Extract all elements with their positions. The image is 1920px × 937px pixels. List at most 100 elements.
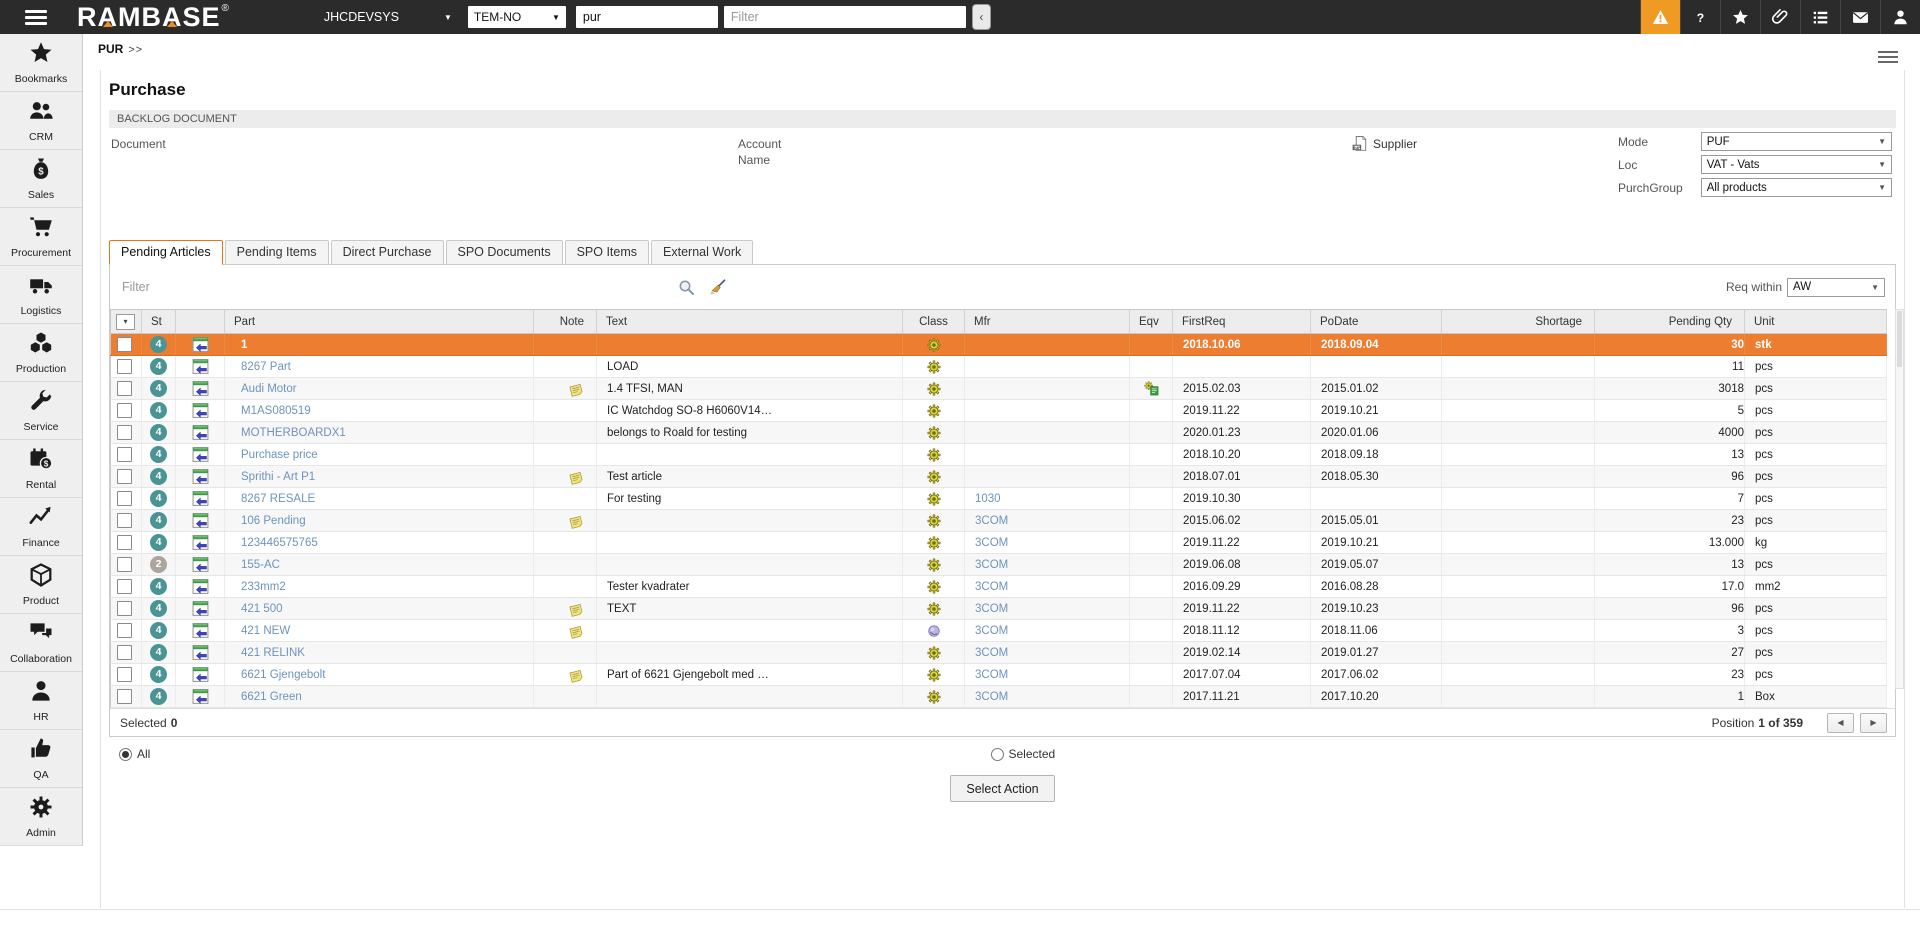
system-select[interactable]: JHCDEVSYS ▼ <box>324 10 452 24</box>
row-checkbox[interactable] <box>117 359 132 374</box>
part-document-icon[interactable] <box>176 446 224 463</box>
sidebar-item-crm[interactable]: CRM <box>0 92 82 150</box>
class-gear-icon[interactable] <box>903 470 964 484</box>
sidebar-item-procurement[interactable]: Procurement <box>0 208 82 266</box>
part-link[interactable]: 6621 Gjengebolt <box>225 669 325 681</box>
part-link[interactable]: 233mm2 <box>225 581 286 593</box>
row-checkbox[interactable] <box>117 689 132 704</box>
part-link[interactable]: Sprithi - Art P1 <box>225 471 315 483</box>
star-button[interactable] <box>1720 0 1760 34</box>
part-link[interactable]: MOTHERBOARDX1 <box>225 427 346 439</box>
radio-all[interactable]: All <box>119 747 150 761</box>
table-row[interactable]: 48267 RESALEFor testing10302019.10.307pc… <box>111 488 1887 510</box>
row-checkbox[interactable] <box>117 535 132 550</box>
part-document-icon[interactable] <box>176 490 224 507</box>
table-row[interactable]: 412018.10.062018.09.0430stk <box>111 334 1887 356</box>
collapse-button[interactable]: ‹ <box>972 4 991 30</box>
col-note[interactable]: Note <box>560 316 596 328</box>
part-document-icon[interactable] <box>176 534 224 551</box>
mail-button[interactable] <box>1840 0 1880 34</box>
list-button[interactable] <box>1800 0 1840 34</box>
class-gear-icon[interactable] <box>903 360 964 374</box>
class-gear-icon[interactable] <box>903 668 964 682</box>
sidebar-item-qa[interactable]: QA <box>0 730 82 788</box>
table-row[interactable]: 41234465757653COM2019.11.222019.10.2113.… <box>111 532 1887 554</box>
row-checkbox[interactable] <box>117 381 132 396</box>
mfr-link[interactable]: 3COM <box>965 559 1008 571</box>
table-row[interactable]: 4421 500TEXT3COM2019.11.222019.10.2396pc… <box>111 598 1887 620</box>
sidebar-item-bookmarks[interactable]: Bookmarks <box>0 34 82 92</box>
prev-page-button[interactable]: ◀ <box>1827 713 1854 733</box>
row-checkbox[interactable] <box>117 337 132 352</box>
mfr-link[interactable]: 1030 <box>965 493 1001 505</box>
part-link[interactable]: 123446575765 <box>225 537 318 549</box>
part-link[interactable]: 155-AC <box>225 559 280 571</box>
part-link[interactable]: 106 Pending <box>225 515 306 527</box>
row-checkbox[interactable] <box>117 403 132 418</box>
sidebar-item-rental[interactable]: $Rental <box>0 440 82 498</box>
database-select[interactable]: TEM-NO ▼ <box>468 6 566 28</box>
col-class[interactable]: Class <box>919 316 948 328</box>
class-gear-icon[interactable] <box>903 646 964 660</box>
row-checkbox[interactable] <box>117 601 132 616</box>
class-gear-icon[interactable] <box>903 492 964 506</box>
mode-select[interactable]: PUF▼ <box>1701 132 1892 151</box>
note-icon[interactable] <box>534 381 596 397</box>
part-link[interactable]: 6621 Green <box>225 691 302 703</box>
table-row[interactable]: 4Purchase price2018.10.202018.09.1813pcs <box>111 444 1887 466</box>
mfr-link[interactable]: 3COM <box>965 581 1008 593</box>
table-row[interactable]: 46621 GjengeboltPart of 6621 Gjengebolt … <box>111 664 1887 686</box>
part-document-icon[interactable] <box>176 666 224 683</box>
table-row[interactable]: 4M1AS080519IC Watchdog SO-8 H6060V14…201… <box>111 400 1887 422</box>
mfr-link[interactable]: 3COM <box>965 625 1008 637</box>
sidebar-item-product[interactable]: Product <box>0 556 82 614</box>
tab-pending-items[interactable]: Pending Items <box>225 240 329 264</box>
table-row[interactable]: 4106 Pending3COM2015.06.022015.05.0123pc… <box>111 510 1887 532</box>
table-row[interactable]: 4Audi Motor1.4 TFSI, MAN2015.02.032015.0… <box>111 378 1887 400</box>
row-checkbox[interactable] <box>117 579 132 594</box>
class-gear-icon[interactable] <box>903 448 964 462</box>
req-within-select[interactable]: AW ▼ <box>1787 278 1885 297</box>
table-row[interactable]: 46621 Green3COM2017.11.212017.10.201Box <box>111 686 1887 708</box>
sidebar-item-production[interactable]: Production <box>0 324 82 382</box>
eqv-icon[interactable] <box>1130 381 1172 396</box>
part-document-icon[interactable] <box>176 358 224 375</box>
part-document-icon[interactable] <box>176 402 224 419</box>
mfr-link[interactable]: 3COM <box>965 669 1008 681</box>
tab-spo-documents[interactable]: SPO Documents <box>446 240 563 264</box>
table-row[interactable]: 4233mm2Tester kvadrater3COM2016.09.29201… <box>111 576 1887 598</box>
table-row[interactable]: 4MOTHERBOARDX1belongs to Roald for testi… <box>111 422 1887 444</box>
part-link[interactable]: 421 RELINK <box>225 647 305 659</box>
part-document-icon[interactable] <box>176 336 224 353</box>
col-pending-qty[interactable]: Pending Qty <box>1669 316 1744 328</box>
program-input[interactable] <box>576 6 718 28</box>
sidebar-item-collaboration[interactable]: Collaboration <box>0 614 82 672</box>
row-checkbox[interactable] <box>117 425 132 440</box>
class-gear-icon[interactable] <box>903 536 964 550</box>
class-gear-icon[interactable] <box>903 690 964 704</box>
row-checkbox[interactable] <box>117 469 132 484</box>
table-row[interactable]: 4421 RELINK3COM2019.02.142019.01.2727pcs <box>111 642 1887 664</box>
part-link[interactable]: 421 500 <box>225 603 283 615</box>
mfr-link[interactable]: 3COM <box>965 647 1008 659</box>
sidebar-item-admin[interactable]: Admin <box>0 788 82 846</box>
part-link[interactable]: M1AS080519 <box>225 405 311 417</box>
row-checkbox[interactable] <box>117 557 132 572</box>
class-gear-icon[interactable] <box>903 404 964 418</box>
select-action-button[interactable]: Select Action <box>950 775 1054 802</box>
sidebar-item-finance[interactable]: Finance <box>0 498 82 556</box>
part-link[interactable]: Purchase price <box>225 449 318 461</box>
user-button[interactable] <box>1880 0 1920 34</box>
paperclip-button[interactable] <box>1760 0 1800 34</box>
class-globe-icon[interactable] <box>903 624 964 638</box>
col-st[interactable]: St <box>142 316 162 328</box>
col-podate[interactable]: PoDate <box>1311 316 1358 328</box>
class-gear-icon[interactable] <box>903 602 964 616</box>
tab-direct-purchase[interactable]: Direct Purchase <box>331 240 444 264</box>
part-link[interactable]: 421 NEW <box>225 625 290 637</box>
table-scrollbar[interactable] <box>1895 309 1904 689</box>
table-row[interactable]: 4421 NEW3COM2018.11.122018.11.063pcs <box>111 620 1887 642</box>
search-icon[interactable] <box>678 279 695 296</box>
next-page-button[interactable]: ▶ <box>1860 713 1887 733</box>
col-shortage[interactable]: Shortage <box>1535 316 1594 328</box>
